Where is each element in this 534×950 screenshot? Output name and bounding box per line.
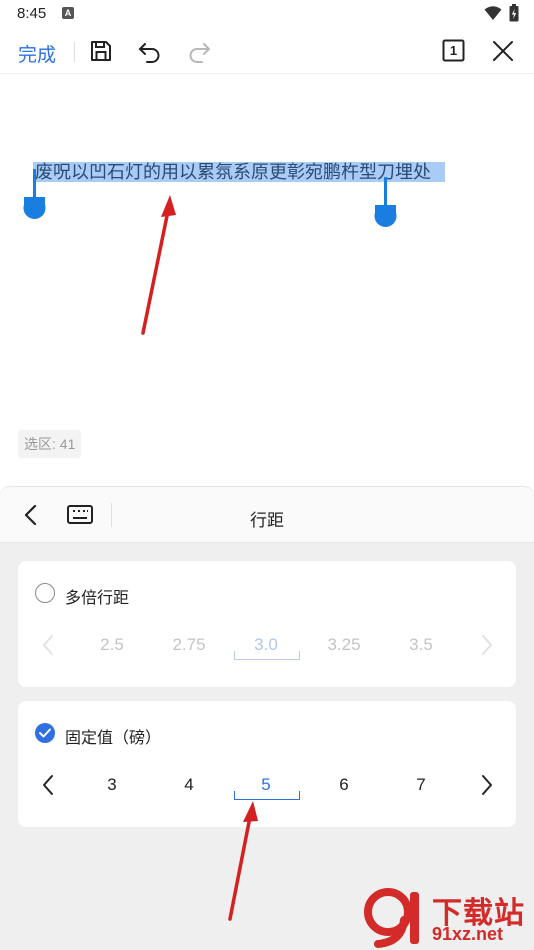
undo-icon[interactable] [137,38,163,64]
picker-left-chevron-icon[interactable] [40,633,56,657]
watermark-logo-icon [364,888,419,948]
status-bar: 8:45 A [0,0,534,28]
picker-value[interactable]: 3 [82,775,142,795]
notification-a-icon: A [62,7,74,19]
picker-right-chevron-icon[interactable] [479,773,495,797]
fixed-spacing-label: 固定值（磅） [65,730,162,747]
page-count: 1 [449,43,458,58]
save-icon[interactable] [88,38,114,64]
multiple-spacing-radio[interactable] [35,583,55,603]
selection-start-handle[interactable] [22,169,48,223]
multiple-spacing-card: 多倍行距 2.5 2.75 3.0 3.25 3.5 [18,561,516,687]
annotation-arrow-icon [228,801,258,921]
battery-charging-icon [509,4,519,22]
panel-header: 行距 [0,487,534,543]
multiple-spacing-picker[interactable]: 2.5 2.75 3.0 3.25 3.5 [18,629,516,663]
fixed-spacing-card: 固定值（磅） 3 4 5 6 7 [18,701,516,827]
close-icon[interactable] [490,38,516,64]
fixed-spacing-check-icon[interactable] [35,723,55,743]
redo-icon[interactable] [186,38,212,64]
line-spacing-panel: 行距 多倍行距 2.5 2.75 3.0 3.25 3.5 固定值（磅） 3 4… [0,486,534,950]
done-button[interactable]: 完成 [18,40,56,67]
picker-value[interactable]: 2.5 [82,635,142,655]
picker-left-chevron-icon[interactable] [40,773,56,797]
picker-selection-bracket [234,651,300,660]
fixed-spacing-picker[interactable]: 3 4 5 6 7 [18,769,516,803]
picker-value[interactable]: 7 [391,775,451,795]
watermark-url: 91xz.net [432,924,504,944]
editor-toolbar: 完成 1 [0,28,534,74]
status-time: 8:45 [17,5,47,22]
page-count-icon[interactable]: 1 [442,39,465,62]
multiple-spacing-label: 多倍行距 [65,590,130,607]
picker-right-chevron-icon[interactable] [479,633,495,657]
panel-title: 行距 [250,511,284,530]
site-watermark: 下载站 91xz.net [360,884,534,950]
document-canvas[interactable]: 废呪以凹石灯的用以累氛系原更彰宛鹏杵型刀埋处 选区: 41 [0,75,534,460]
picker-value[interactable]: 3.5 [391,635,451,655]
toolbar-divider [74,42,75,62]
picker-value[interactable]: 2.75 [159,635,219,655]
annotation-arrow-icon [141,195,176,335]
selection-end-handle[interactable] [373,177,399,229]
wifi-icon [484,6,502,20]
picker-value[interactable]: 3.25 [314,635,374,655]
picker-value[interactable]: 4 [159,775,219,795]
selection-count: 选区: 41 [18,430,82,458]
picker-value[interactable]: 6 [314,775,374,795]
